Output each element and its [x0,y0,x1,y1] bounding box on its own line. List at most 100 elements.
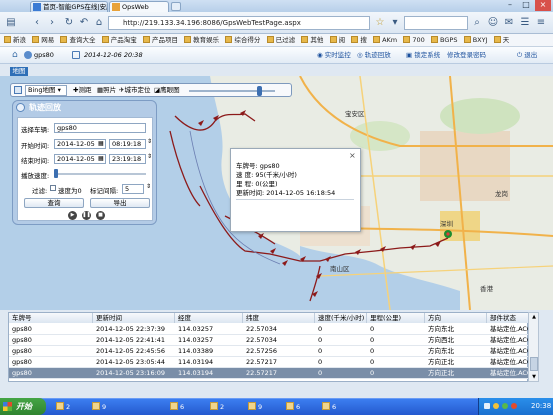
favorite-item[interactable]: AKm [373,34,397,46]
favorite-item[interactable]: 天 [493,34,509,46]
favorite-item[interactable]: 综合得分 [225,34,260,46]
network-icon[interactable] [484,403,490,409]
search-input[interactable] [404,16,468,30]
browser-tab-2[interactable]: OpsWeb [109,1,169,12]
refresh-icon[interactable]: ↻ [62,16,76,30]
play-icon[interactable]: ▶ [68,211,77,220]
zoom-slider-track[interactable] [189,90,275,92]
scroll-thumb[interactable] [530,357,538,371]
taskbar-item[interactable]: 6 [170,401,184,413]
volume-icon[interactable] [493,403,499,409]
table-row[interactable]: gps80 2014-12-05 22:37:39 114.03257 22.5703… [9,324,529,335]
lock-system-link[interactable]: ▣ 锁定系统 [406,50,440,61]
photo-tool[interactable]: ▦照片 [97,86,116,95]
search-icon[interactable]: ⌕ [470,16,484,30]
change-password-link[interactable]: 修改登录密码 [447,50,486,61]
spinner-icon[interactable]: ⇕ [147,153,152,160]
realtime-monitor-link[interactable]: ◉ 实时监控 [317,50,351,61]
track-replay-link[interactable]: ◎ 轨迹回放 [357,50,391,61]
close-icon[interactable]: × [535,0,551,11]
plate-input[interactable]: gps80 [54,123,146,133]
favorite-item[interactable]: 查询大全 [60,34,95,46]
favorite-item[interactable]: 教育娱乐 [184,34,219,46]
security-icon[interactable] [511,403,517,409]
home-icon[interactable]: ⌂ [12,50,18,60]
favorite-item[interactable]: BGPS [431,34,457,46]
new-tab-button[interactable] [171,2,181,11]
scroll-up-icon[interactable]: ▲ [530,314,538,320]
speed-slider-track[interactable] [54,173,146,175]
sidebar-toggle-icon[interactable]: ▤ [4,16,18,30]
calendar-icon[interactable]: ▦ [98,140,104,147]
dropdown-icon[interactable]: ▾ [388,16,402,30]
favorite-item[interactable]: 网易 [32,34,54,46]
column-header[interactable]: 部件状态 [487,313,529,323]
table-cell: 0 [370,336,375,344]
eagle-eye-tool[interactable]: ◪鹰眼图 [154,86,180,95]
taskbar-item[interactable]: 9 [248,401,262,413]
close-icon[interactable]: × [349,151,356,160]
favorite-item[interactable]: 已过滤 [266,34,295,46]
home-icon[interactable]: ⌂ [92,16,106,30]
favorite-item[interactable]: BXYJ [463,34,488,46]
table-row[interactable]: gps80 2014-12-05 22:41:41 114.03257 22.5703… [9,335,529,346]
clock[interactable]: 20:38 [531,401,551,412]
column-header[interactable]: 纬度 [243,313,315,323]
menu-icon[interactable]: ≡ [534,16,548,30]
spinner-icon[interactable]: ⇕ [146,183,151,190]
back-icon[interactable]: ‹ [30,16,44,30]
table-row[interactable]: gps80 2014-12-05 23:05:44 114.03194 22.5721… [9,357,529,368]
query-button[interactable]: 查询 [24,198,84,208]
maximize-icon[interactable]: □ [518,0,534,11]
qq-icon[interactable] [502,403,508,409]
column-header[interactable]: 速度(千米/小时) [315,313,367,323]
filter-checkbox[interactable] [50,185,56,191]
table-scrollbar[interactable]: ▲ ▼ [528,312,539,382]
minimize-icon[interactable]: – [502,0,518,11]
speed-slider-handle[interactable] [54,169,58,178]
calendar-icon[interactable]: ▦ [98,155,104,162]
address-bar[interactable]: http://219.133.34.196:8086/GpsWebTestPag… [108,16,370,30]
zoom-slider-handle[interactable] [257,86,262,96]
pause-icon[interactable]: ❚❚ [82,211,91,220]
table-row[interactable]: gps80 2014-12-05 22:45:56 114.03389 22.5725… [9,346,529,357]
stop-icon[interactable]: ■ [96,211,105,220]
table-row[interactable]: gps80 2014-12-05 23:16:09 114.03194 22.5721… [9,368,529,379]
end-time-input[interactable]: 23:19:18 [109,154,146,164]
tab-map[interactable]: 地图 [10,67,28,76]
taskbar-item[interactable]: 6 [286,401,300,413]
column-header[interactable]: 里程(公里) [367,313,425,323]
column-header[interactable]: 车牌号 [9,313,93,323]
favorite-item[interactable]: 其他 [301,34,323,46]
favorite-item[interactable]: 产品项目 [142,34,178,46]
map-type-select[interactable]: Bing地图 ▾ [25,85,67,96]
favorite-item[interactable]: 阅 [329,34,345,46]
column-header[interactable]: 更新时间 [93,313,175,323]
scroll-down-icon[interactable]: ▼ [530,374,538,380]
city-locate-tool[interactable]: ✈城市定位 [119,86,150,95]
star-icon[interactable]: ☆ [373,16,387,30]
user-icon[interactable]: ☺ [486,16,500,30]
favorite-item[interactable]: 搜 [351,34,367,46]
start-time-input[interactable]: 08:19:18 [109,139,146,149]
undo-icon[interactable]: ↶ [77,16,91,30]
column-header[interactable]: 方向 [425,313,487,323]
spinner-icon[interactable]: ⇕ [147,138,152,145]
favorite-item[interactable]: 新浪 [4,34,26,46]
plate-label: 选择车辆: [21,126,50,134]
measure-tool[interactable]: ✚测距 [73,86,91,95]
export-button[interactable]: 导出 [90,198,150,208]
taskbar-item[interactable]: 2 [210,401,224,413]
forward-icon[interactable]: › [45,16,59,30]
mail-icon[interactable]: ✉ [502,16,516,30]
taskbar-item[interactable]: 9 [92,401,106,413]
taskbar-item[interactable]: 6 [322,401,336,413]
logout-link[interactable]: ⏻ 退出 [517,50,537,61]
marker-interval-input[interactable]: 5 [122,184,144,194]
taskbar-item[interactable]: 2 [56,401,70,413]
column-header[interactable]: 经度 [175,313,243,323]
tools-icon[interactable]: ☰ [518,16,532,30]
browser-tab-1[interactable]: 首页-智能GPS在线|安康在 [30,1,108,12]
favorite-item[interactable]: 产品淘宝 [101,34,137,46]
favorite-item[interactable]: 700 [403,34,425,46]
